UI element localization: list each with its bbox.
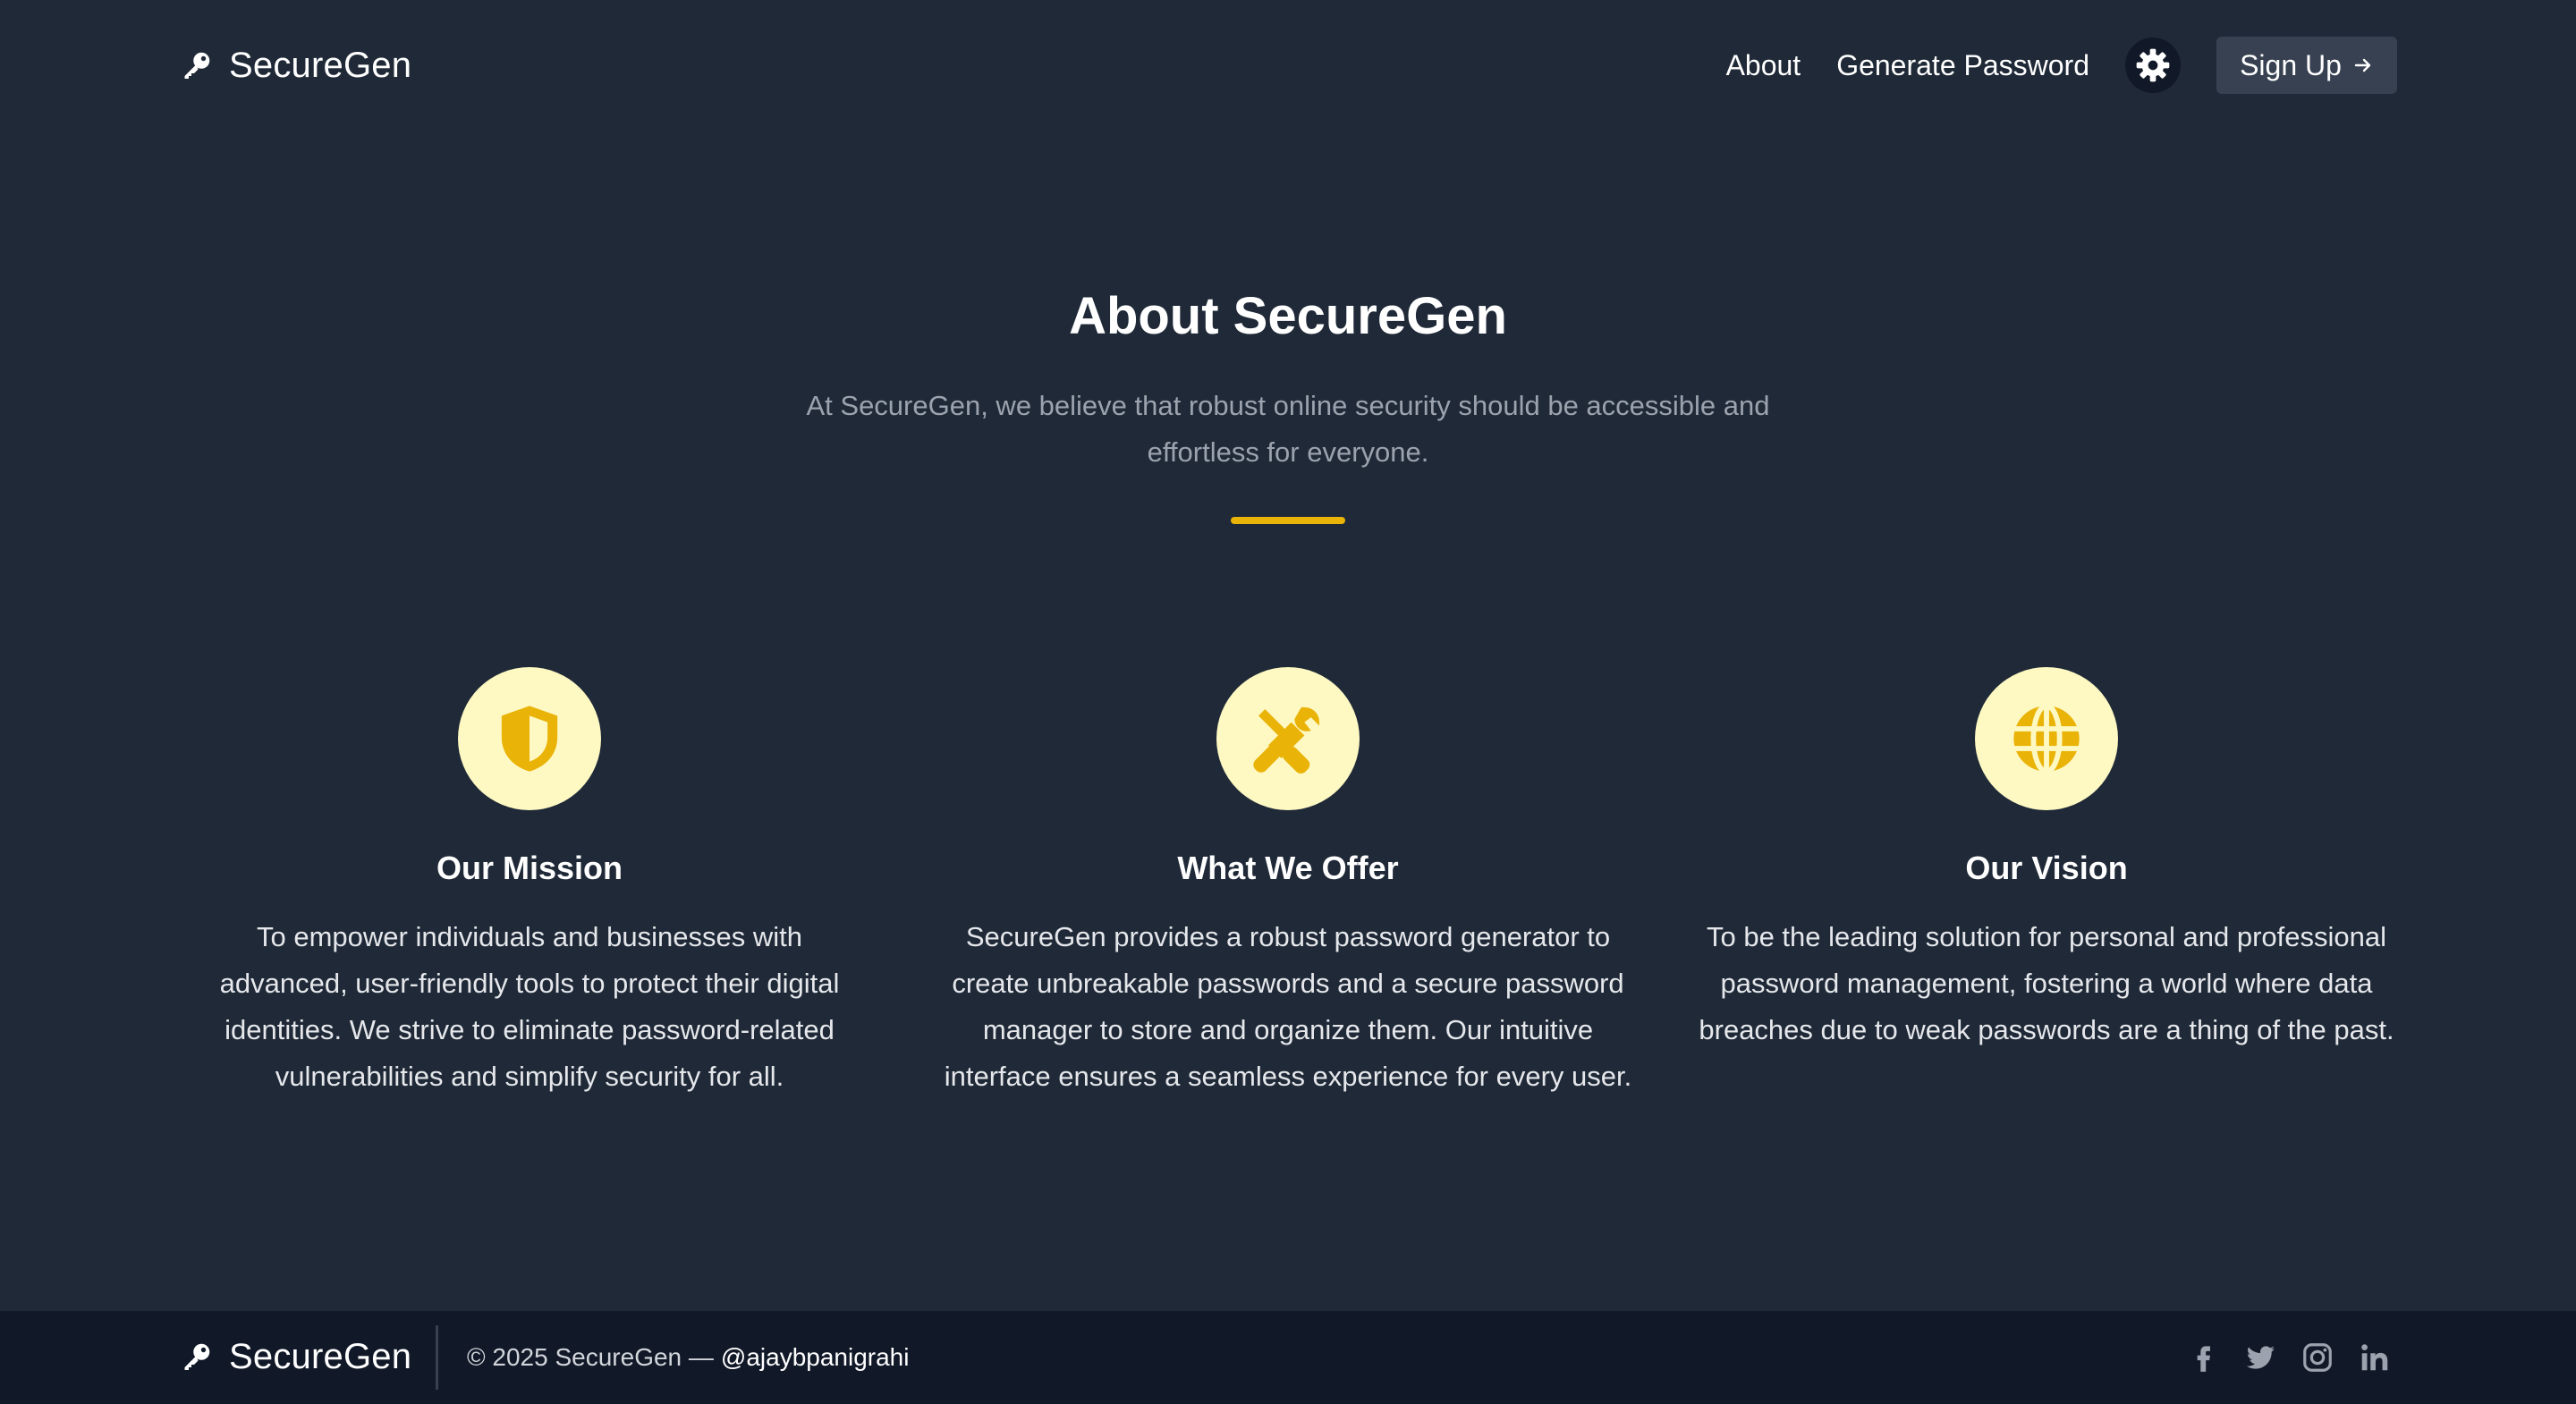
shield-icon xyxy=(501,706,558,772)
brand-logo-link[interactable]: SecureGen xyxy=(181,39,411,91)
globe-icon xyxy=(2013,703,2080,774)
footer-brand-link[interactable]: SecureGen xyxy=(181,1331,411,1383)
twitter-icon xyxy=(2246,1346,2275,1369)
feature-icon-circle xyxy=(1216,667,1360,810)
copyright-text: © 2025 SecureGen — @ajaybpanigrahi xyxy=(467,1311,909,1404)
feature-vision: Our Vision To be the leading solution fo… xyxy=(1689,667,2404,1053)
instagram-link[interactable] xyxy=(2301,1341,2334,1374)
feature-description: SecureGen provides a robust password gen… xyxy=(944,921,1632,1092)
instagram-icon xyxy=(2303,1343,2332,1372)
facebook-icon xyxy=(2197,1346,2210,1372)
linkedin-link[interactable] xyxy=(2358,1341,2392,1374)
brand-name: SecureGen xyxy=(229,45,412,85)
feature-description: To be the leading solution for personal … xyxy=(1699,921,2394,1045)
gear-icon xyxy=(2136,48,2170,82)
feature-mission: Our Mission To empower individuals and b… xyxy=(172,667,887,1100)
arrow-right-icon xyxy=(2354,58,2371,72)
footer-divider xyxy=(436,1325,438,1390)
copyright-label: © 2025 SecureGen — xyxy=(467,1343,714,1371)
nav-link-about[interactable]: About xyxy=(1726,49,1801,82)
footer: SecureGen © 2025 SecureGen — @ajaybpanig… xyxy=(0,1311,2576,1404)
facebook-link[interactable] xyxy=(2186,1341,2220,1374)
key-icon xyxy=(184,52,210,79)
theme-toggle-button[interactable] xyxy=(2125,38,2181,93)
key-icon xyxy=(184,1343,210,1370)
signup-button[interactable]: Sign Up xyxy=(2216,37,2397,94)
feature-icon-circle xyxy=(1975,667,2118,810)
navbar: SecureGen About Generate Password Sign U… xyxy=(0,0,2576,131)
nav-links: About Generate Password Sign Up xyxy=(1726,36,2397,95)
linkedin-icon xyxy=(2361,1344,2388,1371)
tools-icon xyxy=(1253,706,1320,774)
page-subtitle: At SecureGen, we believe that robust onl… xyxy=(806,390,1770,468)
page-title: About SecureGen xyxy=(1069,287,1507,345)
nav-link-generate-password[interactable]: Generate Password xyxy=(1836,49,2089,82)
feature-offer: What We Offer SecureGen provides a robus… xyxy=(930,667,1646,1100)
social-links xyxy=(2186,1311,2392,1404)
title-accent-divider xyxy=(1231,517,1345,524)
footer-brand-name: SecureGen xyxy=(229,1336,412,1376)
feature-title: What We Offer xyxy=(1177,850,1399,886)
twitter-link[interactable] xyxy=(2243,1341,2277,1374)
feature-title: Our Vision xyxy=(1965,850,2128,886)
feature-description: To empower individuals and businesses wi… xyxy=(219,921,840,1092)
feature-icon-circle xyxy=(458,667,601,810)
author-handle-link[interactable]: @ajaybpanigrahi xyxy=(721,1343,910,1372)
feature-title: Our Mission xyxy=(436,850,623,886)
signup-label: Sign Up xyxy=(2240,48,2342,81)
